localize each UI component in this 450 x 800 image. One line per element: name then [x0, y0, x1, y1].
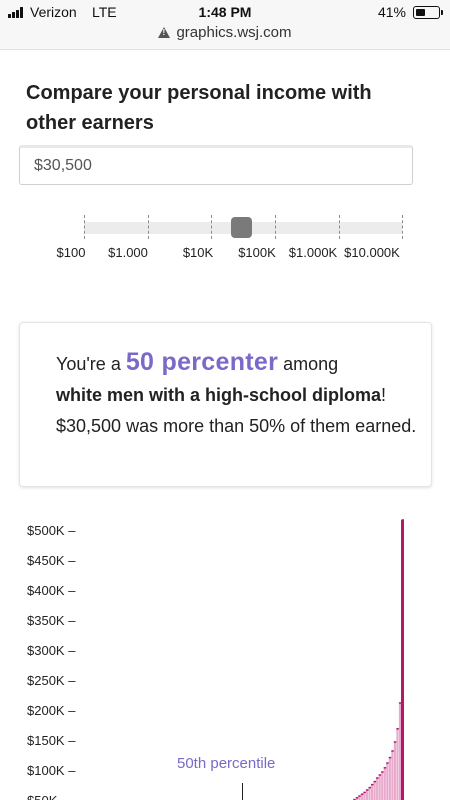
battery-percent: 41% [377, 4, 406, 20]
top-percentile-bar [401, 520, 404, 800]
result-among: among [278, 354, 339, 374]
chart-bar [363, 792, 366, 800]
battery-fill [415, 8, 425, 16]
slider-tick [84, 215, 85, 239]
chart-bar [373, 781, 376, 800]
chart-bar [368, 787, 371, 800]
y-tick-label: $450K – [27, 553, 76, 568]
chart-bar [398, 703, 402, 800]
slider-label: $1.000 [108, 245, 148, 260]
chart-bar [396, 728, 399, 800]
y-tick-label: $500K – [27, 523, 76, 538]
chart-bar [365, 790, 369, 800]
income-slider-handle[interactable] [231, 217, 252, 238]
chart-bar [388, 757, 391, 800]
page-url: graphics.wsj.com [176, 24, 292, 41]
demographic-group: white men with a high-school diploma [56, 385, 382, 405]
page-title: Compare your personal income with other … [26, 82, 372, 134]
y-tick-label: $150K – [27, 733, 76, 748]
result-prefix: You're a [56, 354, 126, 374]
chart-bar [376, 778, 379, 800]
warning-icon [158, 27, 171, 38]
chart-bar [383, 767, 386, 800]
slider-label: $10.000K [344, 245, 400, 260]
y-tick-label: $300K – [27, 643, 76, 658]
chart-bar [381, 772, 384, 800]
percentile-annotation: 50th percentile [177, 755, 276, 772]
chart-bar [360, 794, 363, 800]
y-tick-label: $200K – [27, 703, 76, 718]
income-input[interactable] [19, 145, 413, 185]
percentile-highlight: 50 percenter [125, 348, 279, 376]
slider-tick [339, 215, 340, 239]
slider-label: $1.000K [288, 245, 338, 260]
address-bar[interactable]: graphics.wsj.com [0, 24, 450, 41]
slider-tick [275, 215, 276, 239]
result-text: You're a 50 percenter among white men wit… [56, 347, 426, 442]
slider-label: $100K [238, 245, 276, 260]
percentile-marker-line [242, 783, 243, 800]
chart-bar [391, 751, 394, 800]
slider-tick [148, 215, 149, 239]
slider-tick [402, 215, 403, 239]
slider-label: $100 [56, 245, 86, 260]
y-tick-label: $400K – [27, 583, 76, 598]
y-tick-label: $250K – [27, 673, 76, 688]
chart-bar [393, 742, 396, 800]
slider-label: $10K [182, 245, 214, 260]
slider-tick [211, 215, 212, 239]
result-card: You're a 50 percenter among white men wit… [19, 322, 432, 487]
chart-bar [371, 784, 374, 800]
y-tick-label: $100K – [27, 763, 76, 778]
y-tick-label: $50K – [27, 793, 68, 800]
chart-bar [386, 763, 389, 800]
status-row: Verizon LTE 1:48 PM 41% [0, 4, 450, 22]
chart-bar [378, 775, 381, 800]
y-tick-label: $350K – [27, 613, 76, 628]
status-bar: Verizon LTE 1:48 PM 41% graphics.wsj.com [0, 0, 450, 50]
battery-icon [413, 6, 443, 19]
